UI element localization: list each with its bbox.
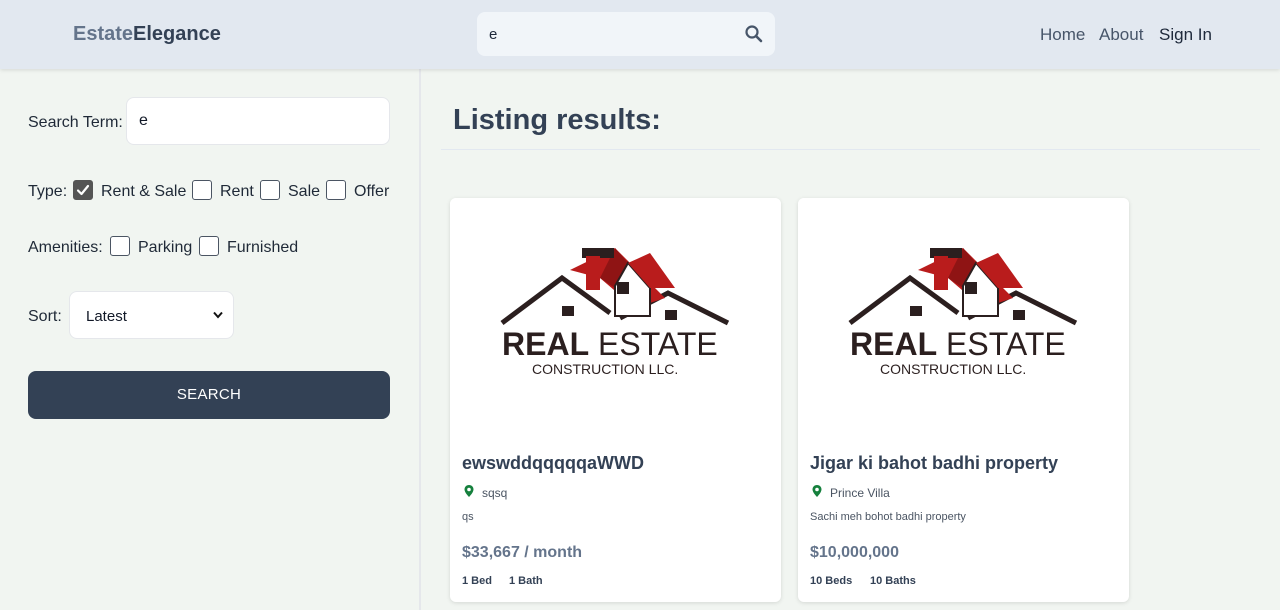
amenities-label: Amenities: [28,239,103,256]
logo-text-real: REAL [850,326,937,362]
location-pin-icon [464,485,474,497]
listing-description: Sachi meh bohot badhi property [810,511,966,523]
check-icon [76,184,90,196]
listing-image: REAL ESTATE CONSTRUCTION LLC. [450,198,781,438]
location-pin-icon [812,485,822,497]
listing-baths: 1 Bath [509,575,543,587]
type-label: Type: [28,183,68,200]
nav-about-link[interactable]: About [1099,25,1143,45]
nav-home-link[interactable]: Home [1040,25,1085,45]
filter-sidebar [0,69,421,610]
listing-beds: 1 Bed [462,575,492,587]
sort-select[interactable]: Latest [69,291,234,339]
header-search-bar [477,12,775,56]
listing-beds: 10 Beds [810,575,853,587]
listing-address: sqsq [482,486,508,500]
amenity-furnished-label: Furnished [227,239,299,256]
listing-baths: 10 Baths [870,575,916,587]
top-header: EstateElegance Home About Sign In [0,0,1280,69]
nav-signin-link[interactable]: Sign In [1159,25,1212,45]
type-rent-sale-label: Rent & Sale [101,183,187,200]
type-offer-checkbox[interactable] [326,180,346,200]
listing-address: Prince Villa [830,486,890,500]
chevron-down-icon [213,311,223,319]
header-search-input[interactable] [489,23,739,45]
search-term-input[interactable] [126,97,390,145]
site-logo[interactable]: EstateElegance [73,23,221,46]
type-offer-label: Offer [354,183,390,200]
listing-price: $10,000,000 [810,544,899,561]
type-rent-label: Rent [220,183,254,200]
logo-text-construction: CONSTRUCTION LLC. [532,361,678,377]
type-sale-checkbox[interactable] [260,180,280,200]
listing-title[interactable]: ewswddqqqqqaWWD [462,453,644,474]
search-icon[interactable] [744,24,764,44]
logo-text-real: REAL [502,326,589,362]
logo-text-construction: CONSTRUCTION LLC. [880,361,1026,377]
listing-card[interactable]: REAL ESTATE CONSTRUCTION LLC. ewswddqqqq… [450,198,781,602]
type-rent-checkbox[interactable] [192,180,212,200]
sort-label: Sort: [28,308,62,325]
real-estate-logo-icon: REAL ESTATE CONSTRUCTION LLC. [500,248,730,377]
listing-price: $33,667 / month [462,544,583,561]
title-divider [441,149,1260,150]
type-rent-sale-checkbox[interactable] [73,180,93,200]
logo-part-elegance: Elegance [133,23,221,45]
listing-description: qs [462,511,474,523]
page-title: Listing results: [453,104,661,136]
amenity-parking-checkbox[interactable] [110,236,130,256]
type-sale-label: Sale [288,183,321,200]
logo-text-estate: ESTATE [598,326,718,362]
real-estate-logo-icon: REAL ESTATE CONSTRUCTION LLC. [848,248,1078,377]
amenity-parking-label: Parking [138,239,193,256]
listing-title[interactable]: Jigar ki bahot badhi property [810,453,1058,474]
search-button[interactable]: SEARCH [28,371,390,419]
search-term-label: Search Term: [28,114,123,131]
sort-selected-value: Latest [86,308,127,325]
amenity-furnished-checkbox[interactable] [199,236,219,256]
listing-image: REAL ESTATE CONSTRUCTION LLC. [798,198,1129,438]
logo-text-estate: ESTATE [946,326,1066,362]
logo-part-estate: Estate [73,23,134,45]
listing-card[interactable]: REAL ESTATE CONSTRUCTION LLC. Jigar ki b… [798,198,1129,602]
